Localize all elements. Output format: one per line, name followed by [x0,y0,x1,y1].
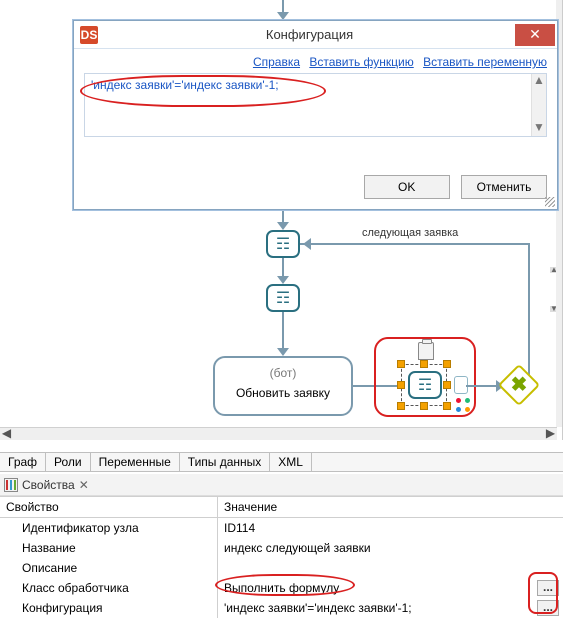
formula-textarea[interactable]: 'индекс заявки'='индекс заявки'-1; ▲▼ [84,73,547,137]
dialog-title: Конфигурация [104,27,515,42]
hscrollbar[interactable]: ◀ ▶ [0,427,557,440]
dialog-links: Справка Вставить функцию Вставить переме… [74,49,557,71]
ok-button[interactable]: OK [364,175,450,199]
gateway-x-icon: ✖ [506,372,532,398]
arrowhead-icon [277,276,289,284]
table-row[interactable]: Конфигурация 'индекс заявки'='индекс зая… [0,598,563,618]
resize-handle[interactable] [420,360,428,368]
tab-vars[interactable]: Переменные [91,453,180,471]
arrowhead-icon [277,12,289,20]
arrowhead-icon [303,238,311,250]
tab-roles[interactable]: Роли [46,453,91,471]
dialog-titlebar[interactable]: DS Конфигурация ✕ [74,21,557,49]
col-name-header[interactable]: Свойство [0,497,218,517]
script-node-selected[interactable]: ☶ [408,371,442,399]
gateway-node[interactable]: ✖ [498,364,540,406]
edge-label: следующая заявка [362,227,458,239]
resize-handle[interactable] [443,402,451,410]
task-title: Обновить заявку [215,386,351,400]
close-panel-button[interactable]: ✕ [79,478,89,492]
resize-handle[interactable] [420,402,428,410]
browse-button[interactable]: ... [537,600,559,616]
textarea-vscroll[interactable]: ▲▼ [531,74,546,136]
resize-handle[interactable] [397,360,405,368]
prop-value: 'индекс заявки'='индекс заявки'-1; ... [218,598,563,618]
table-row[interactable]: Идентификатор узла ID114 [0,518,563,538]
scroll-right-icon[interactable]: ▶ [544,428,557,441]
arrowhead-icon [277,348,289,356]
formula-text[interactable]: 'индекс заявки'='индекс заявки'-1; [85,74,546,96]
close-button[interactable]: ✕ [515,24,555,46]
app-icon: DS [80,26,98,44]
tab-xml[interactable]: XML [270,453,312,471]
table-row[interactable]: Класс обработчика Выполнить формулу ... [0,578,563,598]
col-value-header[interactable]: Значение [218,497,563,517]
table-row[interactable]: Описание [0,558,563,578]
resize-grip[interactable] [545,197,555,207]
prop-value: индекс следующей заявки [218,538,563,558]
prop-value: Выполнить формулу ... [218,578,563,598]
edge [528,243,530,383]
properties-panel-header: Свойства ✕ [0,474,563,496]
palette-icon[interactable] [456,398,470,412]
task-role: (бот) [215,366,351,380]
task-node[interactable]: (бот) Обновить заявку [213,356,353,416]
cancel-button[interactable]: Отменить [461,175,547,199]
resize-handle[interactable] [397,402,405,410]
properties-columns: Свойство Значение [0,496,563,518]
script-node[interactable]: ☶ [266,230,300,258]
prop-name: Название [0,538,218,558]
arrowhead-icon [277,222,289,230]
script-icon: ☶ [276,288,290,308]
tab-types[interactable]: Типы данных [180,453,271,471]
properties-title: Свойства [22,478,75,492]
edge [466,385,500,387]
config-dialog: DS Конфигурация ✕ Справка Вставить функц… [73,20,558,210]
insert-function-link[interactable]: Вставить функцию [309,55,413,69]
script-node[interactable]: ☶ [266,284,300,312]
table-row[interactable]: Название индекс следующей заявки [0,538,563,558]
browse-button[interactable]: ... [537,580,559,596]
prop-name: Конфигурация [0,598,218,618]
prop-value: ID114 [218,518,563,538]
prop-name: Описание [0,558,218,578]
properties-table: Свойство Значение Идентификатор узла ID1… [0,496,563,618]
edge [353,385,403,387]
resize-handle[interactable] [397,381,405,389]
bottom-tabs: Граф Роли Переменные Типы данных XML [0,452,563,472]
edge [300,243,530,245]
tab-graph[interactable]: Граф [0,453,46,471]
edge [282,312,284,352]
scroll-left-icon[interactable]: ◀ [0,428,13,441]
properties-icon [4,478,18,492]
trash-icon[interactable] [418,342,434,360]
resize-handle[interactable] [443,381,451,389]
script-icon: ☶ [418,375,432,395]
prop-name: Класс обработчика [0,578,218,598]
insert-variable-link[interactable]: Вставить переменную [423,55,547,69]
prop-name: Идентификатор узла [0,518,218,538]
prop-value [218,558,563,578]
script-icon: ☶ [276,234,290,254]
resize-handle[interactable] [443,360,451,368]
help-link[interactable]: Справка [253,55,300,69]
